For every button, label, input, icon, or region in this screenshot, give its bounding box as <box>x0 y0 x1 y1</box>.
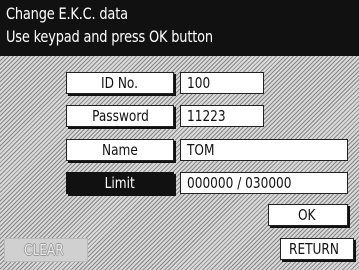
ok-button[interactable]: OK <box>268 204 348 226</box>
id-no-label: ID No. <box>101 74 139 92</box>
id-no-field-button[interactable]: ID No. <box>66 72 174 94</box>
password-label: Password <box>91 107 149 125</box>
name-field-button[interactable]: Name <box>66 139 174 161</box>
password-field-button[interactable]: Password <box>66 105 174 127</box>
limit-label: Limit <box>104 174 136 192</box>
password-value: 11223 <box>180 105 264 127</box>
return-button[interactable]: RETURN <box>280 238 354 260</box>
id-no-value: 100 <box>180 72 264 94</box>
name-value: TOM <box>180 139 348 161</box>
clear-button[interactable]: CLEAR <box>4 238 88 262</box>
screen-header: Change E.K.C. data Use keypad and press … <box>0 0 359 56</box>
limit-value: 000000 / 030000 <box>180 172 348 194</box>
name-label: Name <box>102 141 138 159</box>
limit-field-button[interactable]: Limit <box>66 172 174 194</box>
screen-title: Change E.K.C. data <box>6 4 128 23</box>
instruction-text: Use keypad and press OK button <box>6 27 213 46</box>
